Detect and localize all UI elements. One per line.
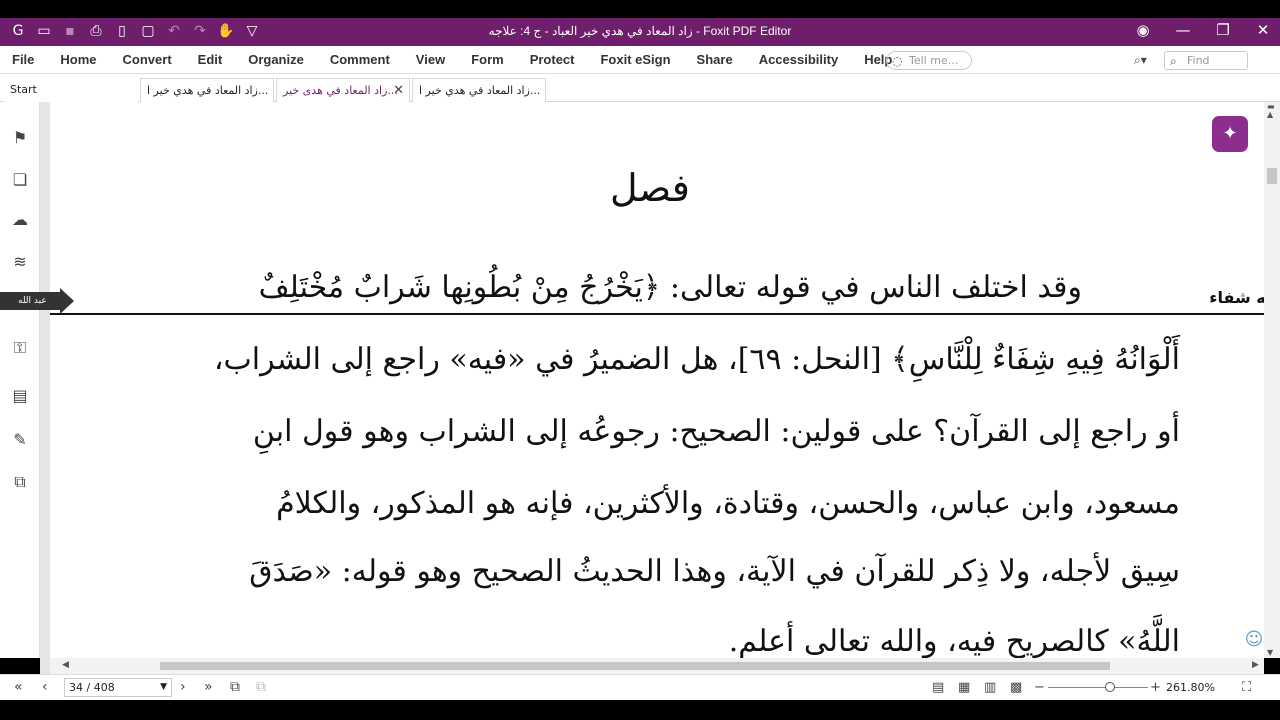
menu-foxit-esign[interactable]: Foxit eSign [600,52,670,67]
document-tab-bar: Start زاد المعاد في هدي خير ا... زاد الم… [0,74,1280,102]
flag-arrow [60,288,74,314]
menu-organize[interactable]: Organize [248,52,304,67]
full-screen-icon[interactable]: ⛶ [1242,680,1251,695]
first-page-icon[interactable]: « [14,679,23,695]
find-input[interactable]: ⌕ Find [1164,51,1248,70]
menu-form[interactable]: Form [471,52,504,67]
next-page-icon[interactable]: › [180,679,186,695]
continuous-facing-view-icon[interactable]: ▩ [1010,680,1022,695]
menu-comment[interactable]: Comment [330,52,390,67]
pages-icon[interactable]: ❏ [10,170,30,190]
bottom-frame [0,700,1280,720]
scroll-down-icon[interactable]: ▼ [1267,648,1273,657]
menu-file[interactable]: File [12,52,34,67]
comments-icon[interactable]: ☁ [10,210,30,230]
scroll-left-icon[interactable]: ◀ [62,660,69,670]
minimize-button[interactable]: — [1174,21,1192,39]
menu-home[interactable]: Home [60,52,96,67]
text-line-3: أو راجع إلى القرآن؟ على قولين: الصحيح: ر… [252,414,1180,449]
horizontal-scrollbar[interactable]: ◀ ▶ [50,658,1264,674]
single-page-view-icon[interactable]: ▤ [932,680,944,695]
continuous-view-icon[interactable]: ▦ [958,680,970,695]
window-controls: ◉ — ❐ ✕ [1134,21,1272,39]
compare-icon[interactable]: ⧉ [10,472,30,492]
previous-page-icon[interactable]: ‹ [42,679,48,695]
chevron-down-icon[interactable]: ▼ [160,679,167,696]
insert-page-icon: ⧉ [256,679,266,695]
horizontal-scroll-thumb[interactable] [160,662,1110,670]
text-line-5: سِيق لأجله، ولا ذِكر للقرآن في الآية، وه… [249,554,1180,589]
document-viewport[interactable]: فصل وقد اختلف الناس في قوله تعالى: ﴿يَخْ… [50,102,1264,658]
zoom-out-icon[interactable]: − [1034,680,1045,695]
section-heading: فصل [610,166,690,210]
tab-start[interactable]: Start [4,78,138,102]
title-bar: G ▭ ▪ ⎙ ▯ ▢ ↶ ↷ ✋ ▽ زاد المعاد في هدي خي… [0,18,1280,46]
scroll-up-icon[interactable]: ▲ [1267,110,1273,119]
margin-note: يه شفاء [1209,288,1264,307]
menu-share[interactable]: Share [697,52,733,67]
tab-document-2[interactable]: زاد المعاد في هدى خير... ✕ [276,78,410,102]
attachments-icon[interactable]: ▤ [10,386,30,406]
security-icon[interactable]: ⚿ [10,338,30,358]
panel-divider [40,102,50,658]
close-tab-icon[interactable]: ✕ [393,83,404,98]
zoom-slider-knob[interactable] [1105,682,1115,692]
zoom-slider[interactable] [1048,687,1148,688]
find-options-icon[interactable]: ⌕▾ [1134,53,1147,68]
bookmark-icon[interactable]: ⚑ [10,128,30,148]
status-bar: « ‹ 34 / 408 ▼ › » ⧉ ⧉ ▤ ▦ ▥ ▩ − + 261.8… [0,674,1280,700]
menu-accessibility[interactable]: Accessibility [759,52,839,67]
text-line-4: مسعود، وابن عباس، والحسن، وقتادة، والأكث… [276,486,1180,521]
page-number-field[interactable]: 34 / 408 ▼ [64,678,172,697]
text-line-2: أَلْوَانُهُ فِيهِ شِفَاءٌ لِلْنَّاسِ﴾ [ا… [213,342,1180,377]
lightbulb-icon: ◌ [892,54,903,68]
vertical-scrollbar[interactable]: ▬ ▲ ▼ [1264,102,1280,658]
vertical-scroll-thumb[interactable] [1267,168,1277,184]
navigation-panel: ⚑ ❏ ☁ ≋ ⚿ ▤ ✎ ⧉ ▶ [0,102,47,658]
close-window-button[interactable]: ✕ [1254,21,1272,39]
restore-button[interactable]: ❐ [1214,21,1232,39]
search-icon: ⌕ [1170,54,1177,68]
scroll-corner [40,658,50,674]
text-line-1: وقد اختلف الناس في قوله تعالى: ﴿يَخْرُجُ… [258,270,1082,305]
facing-view-icon[interactable]: ▥ [984,680,996,695]
signature-icon[interactable]: ✎ [10,430,30,450]
scroll-right-icon[interactable]: ▶ [1252,660,1259,670]
layers-icon[interactable]: ≋ [10,252,30,272]
ai-assistant-button[interactable]: ✦ [1212,116,1248,152]
zoom-in-icon[interactable]: + [1150,680,1161,695]
zoom-level[interactable]: 261.80% [1166,681,1215,694]
tell-me-input[interactable]: ◌ Tell me... [886,51,972,70]
bookmark-flag[interactable]: عبد الله [0,288,76,314]
menu-view[interactable]: View [416,52,445,67]
tab-document-1[interactable]: زاد المعاد في هدي خير ا... [140,78,274,102]
chat-icon[interactable]: ☺ [1240,626,1264,654]
extract-page-icon[interactable]: ⧉ [230,679,240,695]
underline-annotation[interactable] [50,313,1264,315]
account-icon[interactable]: ◉ [1134,21,1152,39]
last-page-icon[interactable]: » [204,679,213,695]
menu-edit[interactable]: Edit [198,52,223,67]
text-line-6: اللَّهُ» كالصريح فيه، والله تعالى أعلم. [728,624,1180,658]
tab-document-3[interactable]: زاد المعاد في هدي خير ا... [412,78,546,102]
window-title: زاد المعاد في هدي خير العباد - ج 4: علاج… [488,24,792,38]
menu-convert[interactable]: Convert [123,52,172,67]
menu-protect[interactable]: Protect [530,52,575,67]
menu-bar: File Home Convert Edit Organize Comment … [0,46,1280,74]
